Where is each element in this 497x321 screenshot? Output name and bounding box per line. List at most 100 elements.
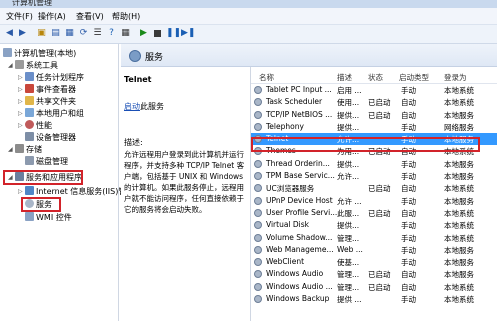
tree-system-tools[interactable]: 系统工具	[15, 60, 58, 71]
start-service-link[interactable]: 启动	[124, 102, 140, 111]
column-description[interactable]: 描述	[337, 72, 352, 83]
service-logon-cell: 本地系统	[444, 295, 474, 305]
navigation-tree: 计算机管理(本地) ◢ 系统工具 ▷ 任务计划程序 ▷ 事件查看器 ▷ 共享文件…	[0, 44, 126, 321]
properties-icon[interactable]: ▦	[64, 28, 75, 39]
service-desc-cell: 允许...	[337, 172, 360, 182]
tree-wmi-control[interactable]: WMI 控件	[25, 212, 72, 223]
table-row[interactable]: UPnP Device Host 允许 ... 手动 本地服务	[251, 195, 497, 207]
table-row[interactable]: TPM Base Servic... 允许... 手动 本地服务	[251, 170, 497, 182]
tree-task-scheduler[interactable]: 任务计划程序	[25, 72, 84, 83]
menu-file[interactable]: 文件(F)	[6, 11, 33, 22]
table-row[interactable]: Windows Audio ... 管理... 已启动 自动 本地系统	[251, 281, 497, 293]
gear-icon	[254, 282, 262, 291]
tree-disk-management[interactable]: 磁盘管理	[25, 156, 68, 167]
service-startup-cell: 自动	[401, 184, 416, 194]
column-logon[interactable]: 登录为	[444, 72, 467, 83]
gear-icon	[254, 233, 262, 242]
column-name[interactable]: 名称	[259, 72, 274, 83]
stop-service-icon[interactable]	[154, 30, 161, 37]
service-startup-cell: 自动	[401, 270, 416, 280]
tree-root[interactable]: 计算机管理(本地)	[3, 48, 76, 59]
tree-performance[interactable]: 性能	[25, 120, 52, 131]
service-logon-cell: 本地服务	[444, 258, 474, 268]
highlight-box	[21, 197, 61, 212]
gear-icon	[254, 184, 262, 193]
gear-icon	[254, 295, 262, 304]
service-status-cell: 已启动	[368, 98, 391, 108]
expand-icon[interactable]: ▷	[18, 74, 23, 81]
table-row[interactable]: Virtual Disk 提供... 手动 本地系统	[251, 219, 497, 231]
panel-header: 服务	[121, 44, 497, 67]
service-logon-cell: 本地系统	[444, 233, 474, 243]
restart-service-icon[interactable]: ▶❚	[181, 28, 195, 39]
expand-icon[interactable]: ▷	[18, 110, 23, 117]
collapse-icon[interactable]: ◢	[8, 62, 13, 69]
expand-icon[interactable]: ▷	[18, 98, 23, 105]
service-status-cell: 已启动	[368, 208, 391, 218]
tree-shared-folders[interactable]: 共享文件夹	[25, 96, 76, 107]
tree-local-users[interactable]: 本地用户和组	[25, 108, 84, 119]
tree-iis[interactable]: Internet 信息服务(IIS)管	[25, 186, 126, 197]
expand-icon[interactable]: ▷	[18, 122, 23, 129]
menu-bar: 文件(F) 操作(A) 查看(V) 帮助(H)	[0, 8, 497, 25]
service-name-cell: Tablet PC Input ...	[266, 85, 332, 94]
tree-event-viewer[interactable]: 事件查看器	[25, 84, 76, 95]
service-name-cell: Telephony	[266, 121, 304, 131]
expand-icon[interactable]: ▷	[18, 86, 23, 93]
service-logon-cell: 本地服务	[444, 245, 474, 255]
column-startup-type[interactable]: 启动类型	[399, 72, 429, 83]
gear-icon	[254, 159, 262, 168]
menu-help[interactable]: 帮助(H)	[112, 11, 140, 22]
gear-icon	[254, 221, 262, 230]
service-desc-cell: 管理...	[337, 282, 360, 292]
table-row[interactable]: Web Manageme... Web ... 手动 本地服务	[251, 244, 497, 256]
clock-icon	[25, 72, 34, 81]
service-startup-cell: 手动	[401, 122, 416, 132]
console-icon[interactable]: ▦	[120, 28, 131, 39]
gear-icon	[254, 270, 262, 279]
table-row[interactable]: Windows Audio 管理... 已启动 自动 本地服务	[251, 268, 497, 280]
tree-storage[interactable]: 存储	[15, 144, 42, 155]
start-service-icon[interactable]: ▶	[138, 28, 149, 39]
table-row[interactable]: User Profile Servi... 此服... 已启动 自动 本地系统	[251, 207, 497, 219]
service-detail-pane: Telnet 启动此服务 描述: 允许远程用户登录到此计算机并运行程序，并支持多…	[121, 67, 248, 321]
menu-action[interactable]: 操作(A)	[38, 11, 66, 22]
back-icon[interactable]: ◀	[4, 28, 15, 39]
highlight-box	[251, 137, 480, 152]
help-icon[interactable]: ?	[106, 28, 117, 39]
service-logon-cell: 网络服务	[444, 122, 474, 132]
table-row[interactable]: Windows Backup 提供 ... 手动 本地系统	[251, 293, 497, 305]
tree-device-manager[interactable]: 设备管理器	[25, 132, 76, 143]
menu-view[interactable]: 查看(V)	[76, 11, 104, 22]
service-desc-cell: 提供...	[337, 122, 360, 132]
folder-up-icon[interactable]: ▣	[36, 28, 47, 39]
forward-icon[interactable]: ▶	[17, 28, 28, 39]
table-row[interactable]: TCP/IP NetBIOS ... 提供... 已启动 自动 本地服务	[251, 109, 497, 121]
expand-icon[interactable]: ▷	[18, 188, 23, 195]
service-desc-cell: 此服...	[337, 208, 360, 218]
column-status[interactable]: 状态	[368, 72, 383, 83]
event-icon	[25, 84, 34, 93]
service-name-cell: Windows Audio	[266, 269, 324, 279]
table-row[interactable]: Telephony 提供... 手动 网络服务	[251, 121, 497, 133]
table-row[interactable]: Thread Orderin... 提供... 手动 本地服务	[251, 158, 497, 170]
export-list-icon[interactable]: ☰	[92, 28, 103, 39]
table-row[interactable]: UC浏览器服务 已启动 自动 本地系统	[251, 182, 497, 194]
start-service-line: 启动此服务	[124, 101, 164, 112]
table-row[interactable]: WebClient 使基... 手动 本地服务	[251, 256, 497, 268]
collapse-icon[interactable]: ◢	[8, 146, 13, 153]
table-row[interactable]: Task Scheduler 使用... 已启动 自动 本地系统	[251, 96, 497, 108]
service-desc-cell: 管理...	[337, 233, 360, 243]
pause-service-icon[interactable]: ❚❚	[166, 28, 181, 39]
service-startup-cell: 手动	[401, 196, 416, 206]
table-row[interactable]: Volume Shadow... 管理... 手动 本地系统	[251, 232, 497, 244]
toolbar: ◀ ▶ ▣ ▤ ▦ ⟳ ☰ ? ▦ ▶ ❚❚ ▶❚	[0, 25, 497, 44]
service-name-cell: WebClient	[266, 257, 305, 267]
services-list: 名称 描述 状态 启动类型 登录为 Tablet PC Input ... 启用 …	[250, 67, 497, 321]
refresh-icon[interactable]: ⟳	[78, 28, 89, 39]
show-tree-icon[interactable]: ▤	[50, 28, 61, 39]
title-bar: 计算机管理	[0, 0, 497, 8]
table-row[interactable]: Tablet PC Input ... 启用 ... 手动 本地系统	[251, 84, 497, 96]
service-name-cell: Volume Shadow...	[266, 232, 333, 242]
service-startup-cell: 自动	[401, 110, 416, 120]
